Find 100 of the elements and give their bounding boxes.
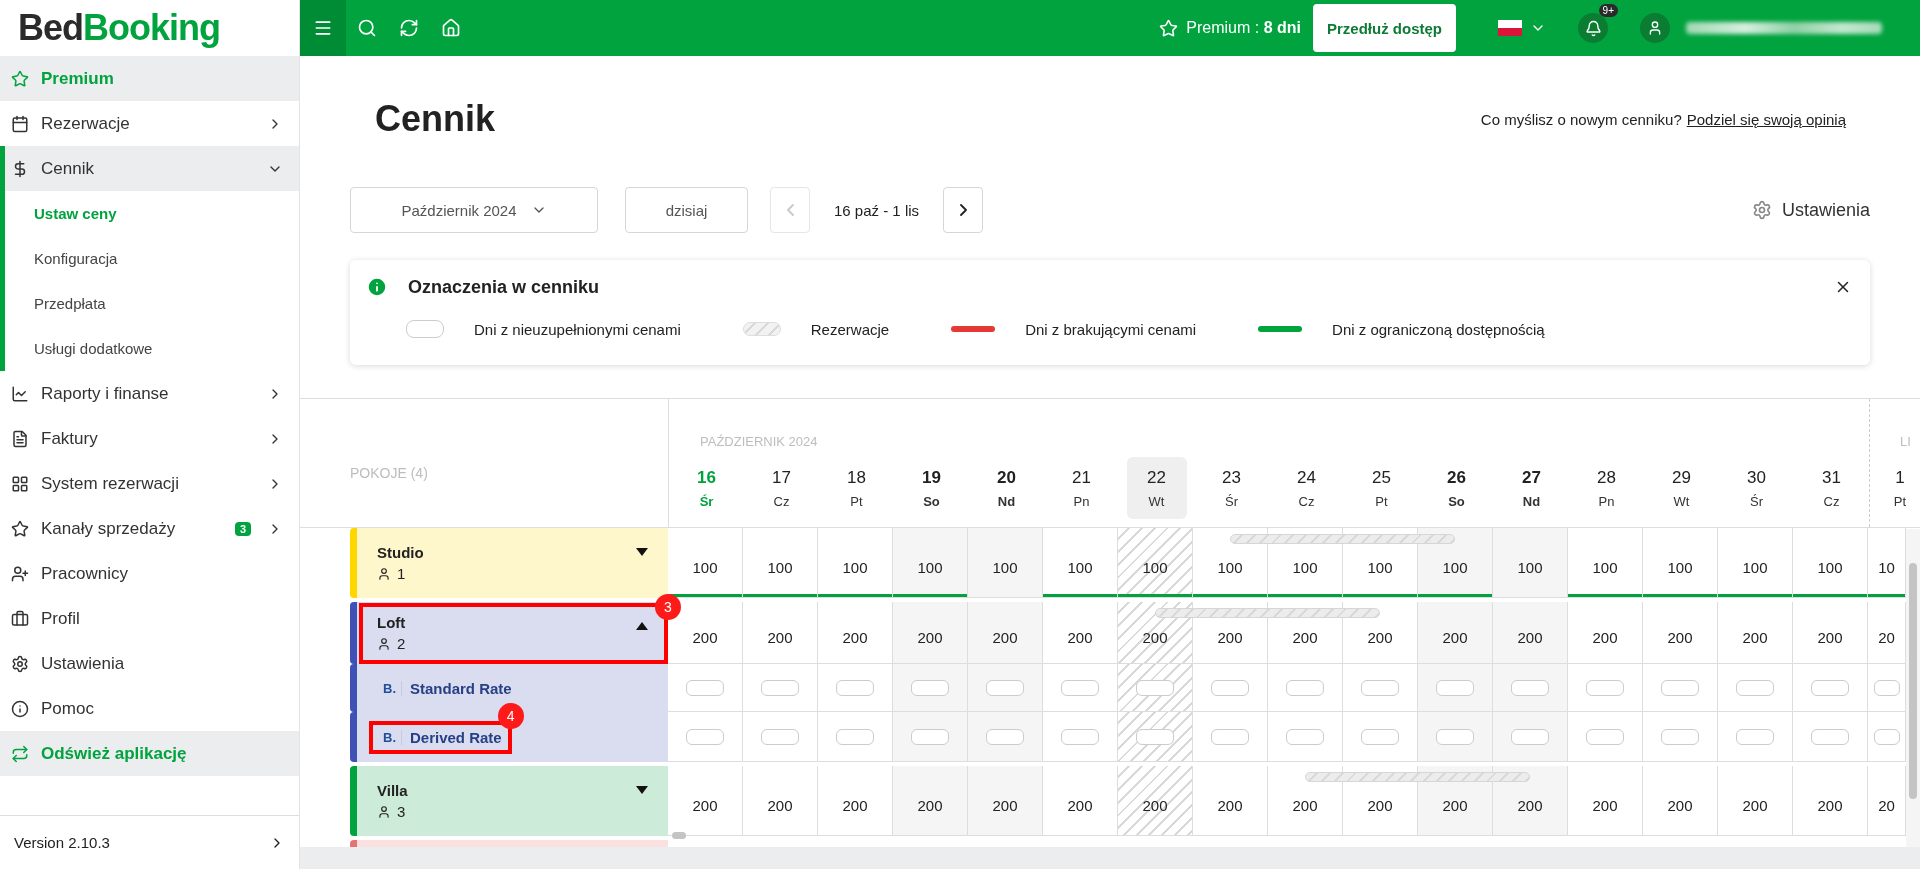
price-input[interactable] [1586,679,1624,696]
price-cell[interactable]: 200 [668,766,743,836]
price-input[interactable] [1873,679,1900,696]
price-cell[interactable]: 10 [1868,528,1906,598]
nav-item[interactable]: Kanały sprzedaży 3 [0,506,299,551]
avatar-button[interactable] [1640,13,1670,43]
price-cell[interactable]: 200 [893,602,968,664]
price-input[interactable] [1286,679,1324,696]
price-input[interactable] [1436,679,1474,696]
price-cell[interactable]: 100 [1568,528,1643,598]
nav-item[interactable]: Cennik [5,146,299,191]
nav-item[interactable]: Faktury [0,416,299,461]
price-cell[interactable]: 200 [1493,766,1568,836]
day-header[interactable]: 29 Wt [1651,457,1712,519]
caret-icon[interactable] [636,548,648,556]
price-input[interactable] [836,728,874,745]
price-input[interactable] [761,728,799,745]
price-cell[interactable]: 200 [968,602,1043,664]
price-input[interactable] [1136,679,1174,696]
price-input[interactable] [1511,679,1549,696]
price-cell[interactable]: 100 [1193,528,1268,598]
price-input[interactable] [911,679,949,696]
day-header[interactable]: 21 Pn [1051,457,1112,519]
menu-button[interactable] [300,0,346,56]
price-input[interactable] [1061,679,1099,696]
price-cell[interactable]: 200 [1043,602,1118,664]
month-select[interactable]: Październik 2024 [350,187,598,233]
rate-name[interactable]: Standard Rate [410,679,512,697]
price-input[interactable] [836,679,874,696]
room-label[interactable]: Studio 1 [350,528,668,598]
price-cell[interactable]: 200 [1643,602,1718,664]
day-header[interactable]: 19 So [901,457,962,519]
price-input[interactable] [1286,728,1324,745]
day-header[interactable]: 17 Cz [751,457,812,519]
price-cell[interactable]: 100 [893,528,968,598]
price-cell[interactable]: 100 [1043,528,1118,598]
version-row[interactable]: Version 2.10.3 [0,815,299,869]
price-cell[interactable]: 100 [818,528,893,598]
price-cell[interactable]: 100 [968,528,1043,598]
day-header[interactable]: 1 Pt [1870,457,1920,519]
price-cell[interactable]: 200 [743,602,818,664]
day-header[interactable]: 24 Cz [1276,457,1337,519]
today-button[interactable]: dzisiaj [625,187,748,233]
price-input[interactable] [986,728,1024,745]
nav-subitem[interactable]: Usługi dodatkowe [5,326,299,371]
reservation-bar[interactable] [1230,534,1455,544]
price-input[interactable] [1436,728,1474,745]
price-cell[interactable]: 200 [968,766,1043,836]
price-cell[interactable]: 100 [1643,528,1718,598]
price-cell[interactable]: 200 [743,766,818,836]
caret-icon[interactable] [636,622,648,630]
price-cell[interactable]: 200 [1193,766,1268,836]
price-input[interactable] [1586,728,1624,745]
price-cell[interactable]: 100 [1493,528,1568,598]
nav-subitem[interactable]: Konfiguracja [5,236,299,281]
price-cell[interactable]: 100 [1118,528,1193,598]
reservation-bar[interactable] [1155,608,1380,618]
price-cell[interactable]: 200 [1118,766,1193,836]
price-input[interactable] [1361,679,1399,696]
price-cell[interactable]: 200 [1718,602,1793,664]
price-input[interactable] [1211,679,1249,696]
day-header[interactable]: 20 Nd [976,457,1037,519]
price-cell[interactable]: 20 [1868,766,1906,836]
price-cell[interactable]: 200 [1718,766,1793,836]
price-cell[interactable]: 100 [743,528,818,598]
price-cell[interactable]: 200 [1568,766,1643,836]
settings-button[interactable]: Ustawienia [1751,199,1870,221]
day-header[interactable]: 27 Nd [1501,457,1562,519]
price-cell[interactable]: 100 [1418,528,1493,598]
nav-item[interactable]: Profil [0,596,299,641]
price-cell[interactable]: 200 [1118,602,1193,664]
next-button[interactable] [943,187,984,233]
price-input[interactable] [1811,728,1849,745]
room-label[interactable]: Villa 3 [350,766,668,836]
scrollbar-thumb[interactable] [1909,563,1917,799]
price-cell[interactable]: 200 [818,602,893,664]
price-input[interactable] [1873,728,1900,745]
nav-item[interactable]: Raporty i finanse [0,371,299,416]
notifications-button[interactable] [1578,13,1608,43]
price-input[interactable] [911,728,949,745]
price-cell[interactable]: 200 [1268,766,1343,836]
price-cell[interactable]: 200 [1418,602,1493,664]
extend-button[interactable]: Przedłuż dostęp [1313,4,1456,52]
reservation-bar[interactable] [1305,772,1530,782]
price-cell[interactable]: 200 [1793,602,1868,664]
price-input[interactable] [1736,728,1774,745]
price-cell[interactable]: 100 [668,528,743,598]
day-header[interactable]: 22 Wt [1126,457,1187,519]
scrollbar-thumb[interactable] [672,832,686,839]
price-input[interactable] [761,679,799,696]
price-cell[interactable]: 100 [1718,528,1793,598]
nav-subitem[interactable]: Przedpłata [5,281,299,326]
price-cell[interactable]: 200 [1568,602,1643,664]
price-input[interactable] [1511,728,1549,745]
feedback-link[interactable]: Podziel się swoją opinią [1686,110,1846,128]
price-cell[interactable]: 200 [1643,766,1718,836]
day-header[interactable]: 25 Pt [1351,457,1412,519]
price-input[interactable] [1811,679,1849,696]
price-cell[interactable]: 100 [1793,528,1868,598]
price-cell[interactable]: 200 [893,766,968,836]
